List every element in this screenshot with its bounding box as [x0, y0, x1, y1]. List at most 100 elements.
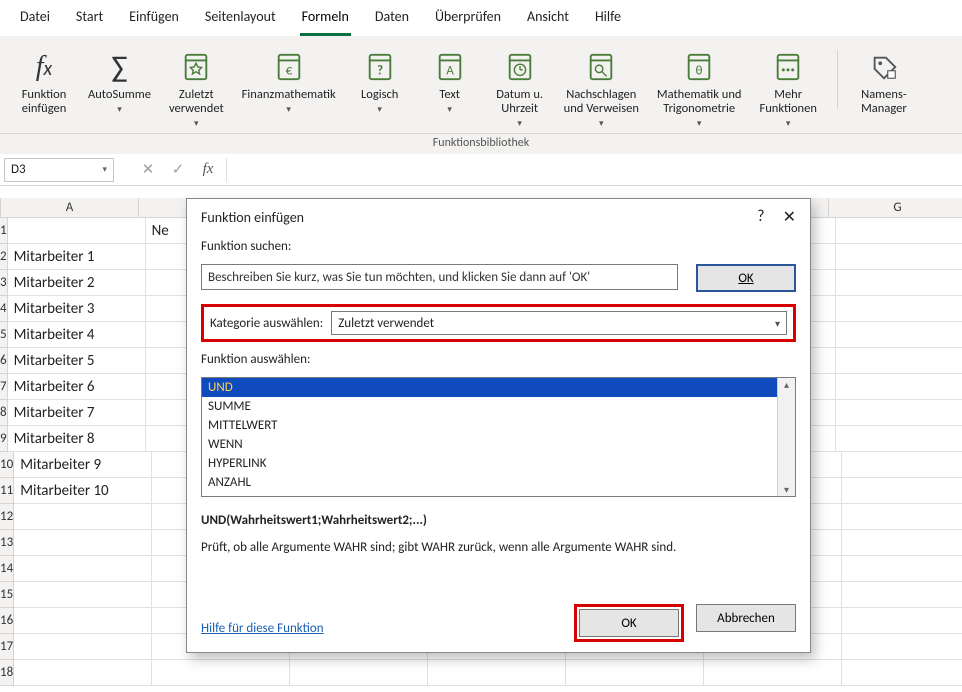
cell[interactable]: [836, 426, 962, 452]
row-header[interactable]: 1: [0, 218, 8, 244]
formula-input[interactable]: [226, 158, 962, 182]
cell[interactable]: [842, 530, 962, 556]
cell[interactable]: [14, 530, 152, 556]
ribbon-dots-box[interactable]: Mehr Funktionen▾: [753, 46, 822, 129]
cell[interactable]: [842, 660, 962, 686]
ribbon-search-box[interactable]: Nachschlagen und Verweisen▾: [558, 46, 645, 129]
search-input[interactable]: [201, 264, 678, 290]
cell[interactable]: [290, 660, 428, 686]
column-header[interactable]: A: [1, 198, 139, 217]
menu-tab-daten[interactable]: Daten: [373, 8, 411, 36]
cell[interactable]: [14, 608, 152, 634]
cell[interactable]: [14, 556, 152, 582]
function-list-item[interactable]: MAX: [202, 492, 777, 496]
cell[interactable]: [14, 504, 152, 530]
name-box[interactable]: D3 ▾: [4, 158, 114, 182]
cell[interactable]: [842, 634, 962, 660]
ribbon-clock-box[interactable]: Datum u. Uhrzeit▾: [488, 46, 552, 129]
row-header[interactable]: 12: [0, 504, 14, 530]
cell[interactable]: [836, 374, 962, 400]
cell[interactable]: [704, 660, 842, 686]
search-ok-button[interactable]: OK: [696, 264, 796, 292]
cell[interactable]: Mitarbeiter 8: [8, 426, 146, 452]
cell[interactable]: [152, 660, 290, 686]
help-icon[interactable]: ?: [757, 207, 764, 227]
cell[interactable]: [836, 270, 962, 296]
cell[interactable]: [842, 556, 962, 582]
cell[interactable]: Mitarbeiter 5: [8, 348, 146, 374]
close-icon[interactable]: ✕: [783, 207, 796, 227]
column-header[interactable]: G: [829, 198, 962, 217]
cell[interactable]: [842, 504, 962, 530]
row-header[interactable]: 8: [0, 400, 8, 426]
cell[interactable]: Mitarbeiter 1: [8, 244, 146, 270]
row-header[interactable]: 14: [0, 556, 14, 582]
ribbon-a-box[interactable]: AText▾: [418, 46, 482, 129]
row-header[interactable]: 10: [0, 452, 14, 478]
row-header[interactable]: 15: [0, 582, 14, 608]
enter-icon[interactable]: ✓: [166, 160, 190, 179]
fx-icon[interactable]: fx: [196, 161, 220, 178]
cell[interactable]: [836, 244, 962, 270]
cell[interactable]: Mitarbeiter 7: [8, 400, 146, 426]
menu-tab-datei[interactable]: Datei: [18, 8, 52, 36]
row-header[interactable]: 13: [0, 530, 14, 556]
cell[interactable]: Mitarbeiter 10: [14, 478, 152, 504]
cell[interactable]: [428, 660, 566, 686]
row-header[interactable]: 16: [0, 608, 14, 634]
cell[interactable]: Mitarbeiter 6: [8, 374, 146, 400]
cell[interactable]: [836, 296, 962, 322]
function-list-item[interactable]: SUMME: [202, 397, 777, 416]
cell[interactable]: [842, 608, 962, 634]
function-list-item[interactable]: HYPERLINK: [202, 454, 777, 473]
row-header[interactable]: 6: [0, 348, 8, 374]
menu-tab-seitenlayout[interactable]: Seitenlayout: [203, 8, 278, 36]
function-list-item[interactable]: ANZAHL: [202, 473, 777, 492]
ribbon-sigma[interactable]: ∑AutoSumme▾: [82, 46, 157, 129]
cell[interactable]: [14, 582, 152, 608]
cell[interactable]: [836, 218, 962, 244]
cell[interactable]: [836, 400, 962, 426]
ribbon-question-box[interactable]: ?Logisch▾: [348, 46, 412, 129]
cell[interactable]: [566, 660, 704, 686]
scrollbar[interactable]: [777, 378, 795, 496]
cell[interactable]: [842, 582, 962, 608]
row-header[interactable]: 4: [0, 296, 8, 322]
cell[interactable]: [14, 634, 152, 660]
menu-tab-überprüfen[interactable]: Überprüfen: [433, 8, 503, 36]
ok-button[interactable]: OK: [579, 609, 679, 637]
function-list-item[interactable]: UND: [202, 378, 777, 397]
row-header[interactable]: 3: [0, 270, 8, 296]
cell[interactable]: [836, 348, 962, 374]
cell[interactable]: Mitarbeiter 3: [8, 296, 146, 322]
row-header[interactable]: 5: [0, 322, 8, 348]
menu-tab-formeln[interactable]: Formeln: [300, 8, 351, 36]
ribbon-star-box[interactable]: Zuletzt verwendet▾: [163, 46, 230, 129]
row-header[interactable]: 7: [0, 374, 8, 400]
cell[interactable]: Mitarbeiter 4: [8, 322, 146, 348]
ribbon-theta-box[interactable]: θMathematik und Trigonometrie▾: [651, 46, 748, 129]
function-list-item[interactable]: MITTELWERT: [202, 416, 777, 435]
cell[interactable]: Mitarbeiter 9: [14, 452, 152, 478]
row-header[interactable]: 18: [0, 660, 14, 686]
cancel-icon[interactable]: ✕: [136, 160, 160, 179]
ribbon-name-manager[interactable]: Namens- Manager: [852, 46, 916, 116]
ribbon-fx[interactable]: fxFunktion einfügen: [12, 46, 76, 129]
row-header[interactable]: 11: [0, 478, 14, 504]
row-header[interactable]: 2: [0, 244, 8, 270]
cell[interactable]: [836, 322, 962, 348]
ribbon-currency-box[interactable]: €Finanzmathematik▾: [236, 46, 342, 129]
cancel-button[interactable]: Abbrechen: [696, 604, 796, 632]
cell[interactable]: [8, 218, 146, 244]
row-header[interactable]: 9: [0, 426, 8, 452]
menu-tab-start[interactable]: Start: [74, 8, 105, 36]
menu-tab-hilfe[interactable]: Hilfe: [593, 8, 623, 36]
function-list-item[interactable]: WENN: [202, 435, 777, 454]
cell[interactable]: [14, 660, 152, 686]
cell[interactable]: [842, 478, 962, 504]
cell[interactable]: Mitarbeiter 2: [8, 270, 146, 296]
row-header[interactable]: 17: [0, 634, 14, 660]
help-link[interactable]: Hilfe für diese Funktion: [201, 621, 324, 636]
cell[interactable]: [842, 452, 962, 478]
menu-tab-einfügen[interactable]: Einfügen: [127, 8, 181, 36]
